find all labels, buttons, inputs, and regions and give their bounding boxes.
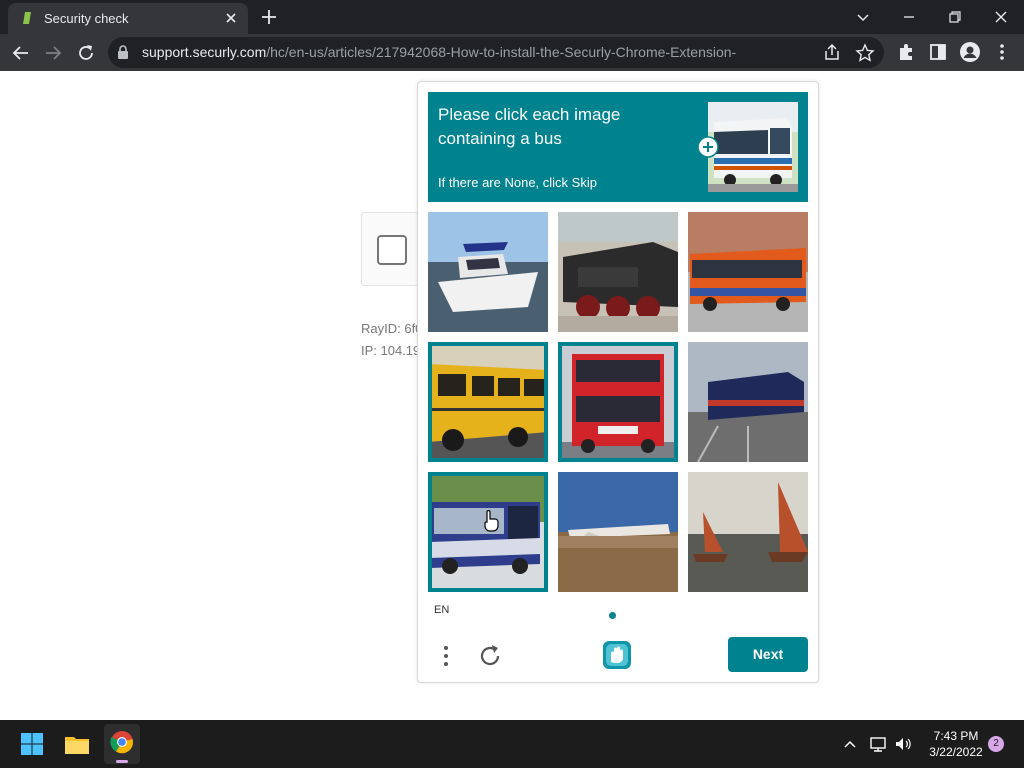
captcha-challenge: Please click each image containing a bus… <box>417 81 819 683</box>
captcha-tile-orange-bus[interactable] <box>688 212 808 332</box>
share-icon[interactable] <box>821 42 843 64</box>
address-bar[interactable]: support.securly.com/hc/en-us/articles/21… <box>108 37 884 68</box>
system-clock[interactable]: 7:43 PM 3/22/2022 <box>920 728 992 760</box>
prompt-text: Please click each image containing a bus <box>438 105 621 148</box>
hcaptcha-logo-icon <box>603 641 631 669</box>
windows-start-icon[interactable] <box>16 728 48 760</box>
example-bus-image <box>708 102 798 192</box>
bookmark-star-icon[interactable] <box>854 42 876 64</box>
clock-date: 3/22/2022 <box>929 745 983 759</box>
next-button[interactable]: Next <box>728 637 808 672</box>
browser-tab-bar: Security check <box>0 0 1024 34</box>
captcha-tile-boat[interactable] <box>428 212 548 332</box>
ray-id-text: RayID: 6f0 <box>361 321 417 336</box>
taskbar: 7:43 PM 3/22/2022 <box>0 720 1024 768</box>
captcha-tile-blue-train[interactable] <box>688 342 808 462</box>
extensions-icon[interactable] <box>894 40 918 64</box>
chrome-taskbar-button[interactable] <box>104 724 140 764</box>
reload-icon[interactable] <box>73 40 99 66</box>
tab-title: Security check <box>44 11 129 26</box>
restore-icon[interactable] <box>942 4 968 30</box>
page-indicator-dot <box>609 612 616 619</box>
captcha-prompt: Please click each image containing a bus… <box>428 92 808 202</box>
captcha-tile-airplane[interactable] <box>558 472 678 592</box>
human-checkbox[interactable] <box>377 235 407 265</box>
close-tab-icon[interactable] <box>222 9 240 27</box>
hand-cursor-icon <box>484 510 499 532</box>
new-tab-icon[interactable] <box>258 6 280 28</box>
back-icon[interactable] <box>8 40 34 66</box>
captcha-tile-yellow-bus[interactable] <box>428 342 548 462</box>
volume-icon[interactable] <box>893 734 913 754</box>
prompt-subtext: If there are None, click Skip <box>438 175 597 190</box>
captcha-tile-blue-bus[interactable] <box>428 472 548 592</box>
close-window-icon[interactable] <box>988 4 1014 30</box>
show-hidden-icons-icon[interactable] <box>840 734 860 754</box>
clock-time: 7:43 PM <box>933 729 979 743</box>
file-explorer-icon[interactable] <box>61 728 93 760</box>
captcha-tile-sailboats[interactable] <box>688 472 808 592</box>
active-app-indicator <box>116 760 128 763</box>
url-text[interactable]: support.securly.com/hc/en-us/articles/21… <box>142 44 736 60</box>
refresh-challenge-icon[interactable] <box>476 642 504 670</box>
network-icon[interactable] <box>868 734 888 754</box>
forward-icon[interactable] <box>40 40 66 66</box>
captcha-tile-steam-train[interactable] <box>558 212 678 332</box>
tab-search-icon[interactable] <box>850 4 876 30</box>
notification-badge[interactable]: 2 <box>988 736 1004 752</box>
side-panel-icon[interactable] <box>926 40 950 64</box>
zoom-plus-icon[interactable] <box>697 136 719 158</box>
browser-tab[interactable]: Security check <box>8 3 248 34</box>
securly-favicon-icon <box>23 12 31 24</box>
captcha-tile-double-decker-bus[interactable] <box>558 342 678 462</box>
minimize-icon[interactable] <box>896 4 922 30</box>
browser-toolbar: support.securly.com/hc/en-us/articles/21… <box>0 34 1024 71</box>
language-selector[interactable]: EN <box>434 604 449 616</box>
menu-dots-icon[interactable] <box>434 642 458 670</box>
chrome-icon <box>110 731 134 754</box>
lock-icon[interactable] <box>116 45 130 59</box>
profile-icon[interactable] <box>958 40 982 64</box>
ip-text: IP: 104.19 <box>361 343 417 358</box>
more-menu-icon[interactable] <box>990 40 1014 64</box>
